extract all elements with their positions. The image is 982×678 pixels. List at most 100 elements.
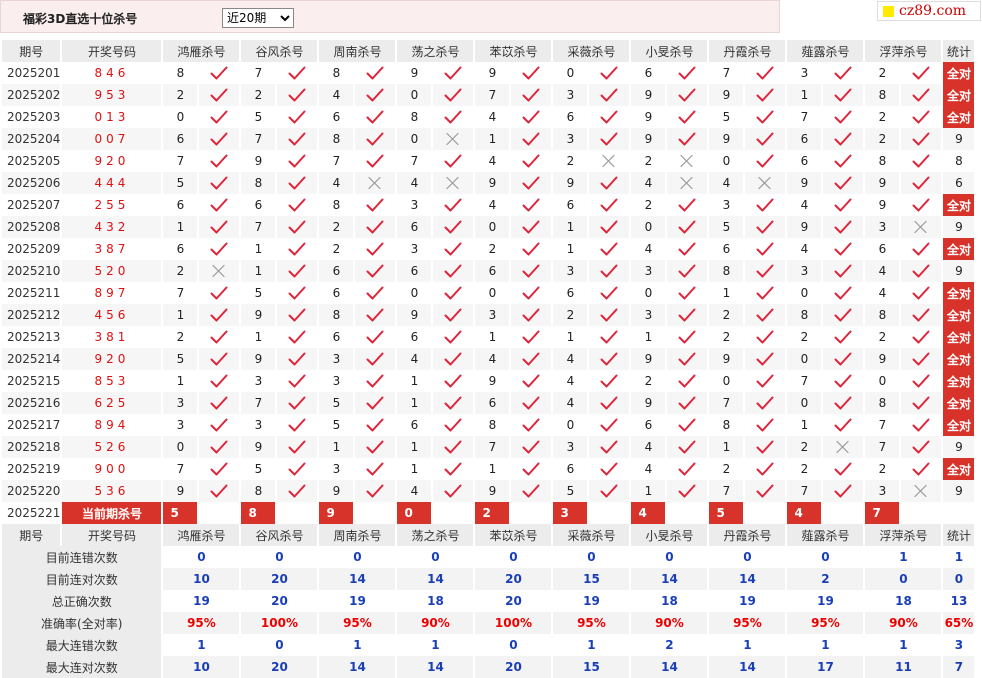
check-icon (444, 330, 462, 344)
draw-number: 520 (62, 260, 162, 282)
check-icon (522, 242, 540, 256)
check-icon (678, 396, 696, 410)
summary-value: 18 (397, 590, 474, 612)
kill-number: 6 (176, 242, 185, 256)
summary-value: 1 (397, 634, 474, 656)
result-mark (745, 436, 786, 458)
summary-value: 0 (241, 546, 318, 568)
kill-number: 5 (319, 392, 354, 414)
kill-number: 3 (787, 260, 822, 282)
check-icon (288, 330, 306, 344)
kill-number: 7 (475, 436, 510, 458)
current-kill-number: 3 (553, 502, 588, 524)
check-icon (912, 132, 930, 146)
kill-number: 8 (878, 154, 887, 168)
period-select[interactable]: 近20期 (222, 8, 294, 28)
check-icon (288, 154, 306, 168)
kill-number: 0 (176, 110, 185, 124)
result-mark (511, 62, 551, 84)
result-mark (433, 106, 473, 128)
table-row: 2025211 897 7 5 6 0 0 6 0 1 0 4 全对 (2, 282, 975, 304)
result-mark (667, 62, 707, 84)
kill-number: 6 (475, 392, 510, 414)
draw-number: 536 (62, 480, 162, 502)
header-predictor: 小旻杀号 (631, 524, 708, 546)
draw-number: 013 (94, 110, 130, 124)
table-row: 2025207 255 6 6 8 3 4 6 2 3 4 9 全对 (2, 194, 975, 216)
result-mark (823, 414, 863, 436)
all-correct-badge: 全对 (943, 370, 975, 392)
kill-number: 6 (644, 66, 653, 80)
all-correct-badge: 全对 (943, 62, 975, 84)
result-mark (277, 260, 318, 282)
draw-number: 255 (94, 198, 130, 212)
current-stat (943, 502, 975, 524)
kill-number: 0 (566, 66, 575, 80)
kill-number: 7 (800, 374, 809, 388)
check-icon (600, 198, 618, 212)
check-icon (210, 220, 228, 234)
kill-number: 6 (566, 286, 575, 300)
result-mark (433, 62, 473, 84)
check-icon (600, 242, 618, 256)
summary-value: 20 (475, 568, 552, 590)
site-logo[interactable]: cz89.com (877, 1, 981, 21)
result-mark (277, 150, 317, 172)
result-mark (823, 480, 864, 502)
result-mark (277, 326, 317, 348)
kill-number: 1 (631, 480, 666, 502)
check-icon (912, 242, 930, 256)
result-mark (823, 260, 864, 282)
current-blank (745, 502, 786, 524)
check-icon (522, 418, 540, 432)
result-mark (667, 150, 707, 172)
kill-number: 6 (644, 418, 653, 432)
kill-number: 6 (800, 154, 809, 168)
kill-number: 9 (878, 198, 887, 212)
result-mark (901, 128, 942, 150)
kill-number: 6 (722, 242, 731, 256)
check-icon (756, 220, 774, 234)
check-icon (210, 308, 228, 322)
check-icon (678, 88, 696, 102)
draw-number: 432 (62, 216, 162, 238)
check-icon (288, 110, 306, 124)
table-row: 2025204 007 6 7 8 0 1 3 9 9 6 2 9 (2, 128, 975, 150)
kill-number: 6 (566, 198, 575, 212)
check-icon (522, 110, 540, 124)
result-mark (901, 414, 941, 436)
kill-number: 3 (553, 84, 588, 106)
check-icon (834, 132, 852, 146)
all-correct-badge: 全对 (943, 348, 975, 370)
check-icon (834, 484, 852, 498)
check-icon (522, 286, 540, 300)
check-icon (522, 308, 540, 322)
check-icon (600, 418, 618, 432)
kill-number: 3 (410, 242, 419, 256)
result-mark (589, 260, 630, 282)
draw-number: 920 (94, 154, 130, 168)
result-mark (511, 348, 552, 370)
summary-value: 0 (475, 546, 552, 568)
kill-number: 8 (176, 66, 185, 80)
correct-count: 9 (943, 216, 975, 238)
result-mark (823, 128, 864, 150)
result-mark (511, 282, 551, 304)
result-mark (511, 370, 551, 392)
issue-cell: 2025202 (2, 84, 61, 106)
correct-count: 9 (943, 128, 975, 150)
check-icon (210, 132, 228, 146)
check-icon (834, 308, 852, 322)
kill-number: 9 (254, 154, 263, 168)
check-icon (366, 286, 384, 300)
check-icon (366, 154, 384, 168)
kill-number: 4 (488, 198, 497, 212)
check-icon (288, 418, 306, 432)
summary-value: 18 (631, 590, 708, 612)
result-mark (199, 172, 240, 194)
summary-stat: 1 (943, 546, 975, 568)
check-icon (756, 66, 774, 80)
draw-number: 444 (62, 172, 162, 194)
result-mark (589, 128, 630, 150)
result-mark (823, 304, 864, 326)
